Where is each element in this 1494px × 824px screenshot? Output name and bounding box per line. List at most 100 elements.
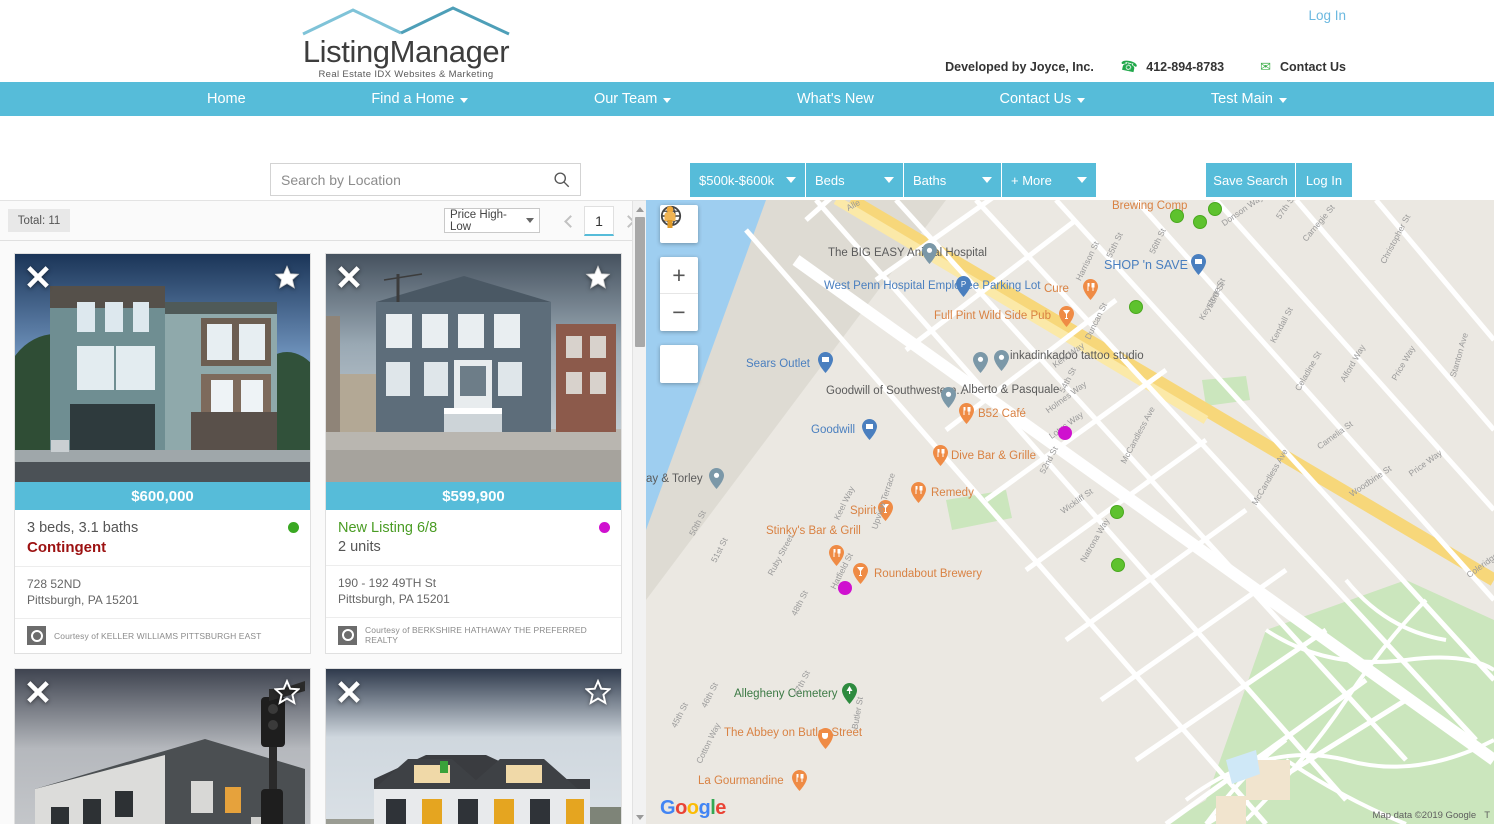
filter-button-group: $500k-$600k Beds Baths + More [690, 163, 1096, 197]
attribution-text: Map data ©2019 Google [1372, 810, 1477, 821]
nav-item-our-team[interactable]: Our Team [594, 91, 672, 107]
pegman-icon[interactable] [660, 206, 698, 383]
map-listing-marker[interactable] [1170, 209, 1184, 223]
map-pin-bar[interactable] [853, 563, 868, 584]
listing-photo[interactable] [326, 254, 621, 482]
listing-photo[interactable] [15, 254, 310, 482]
star-icon[interactable] [585, 264, 611, 290]
listing-photo[interactable] [15, 669, 310, 824]
close-icon[interactable] [25, 264, 51, 290]
zoom-in-button[interactable]: + [660, 257, 698, 294]
map-pin-store[interactable] [862, 419, 877, 440]
map-pin-restaurant[interactable] [911, 482, 926, 503]
triangle-up-icon [636, 206, 644, 212]
listing-card[interactable]: $600,000 3 beds, 3.1 baths Contingent 72… [14, 253, 311, 654]
nav-item-test-main[interactable]: Test Main [1211, 91, 1287, 107]
listing-new-badge: New Listing 6/8 [338, 520, 438, 536]
map-pin-restaurant[interactable] [792, 770, 807, 791]
save-search-button[interactable]: Save Search [1206, 163, 1296, 197]
prev-page-button[interactable] [556, 206, 584, 236]
map-pin-gray[interactable] [709, 468, 724, 489]
star-icon[interactable] [585, 679, 611, 705]
chevron-down-icon [982, 177, 992, 183]
triangle-down-icon [636, 814, 644, 820]
map-pin-bar[interactable] [1059, 306, 1074, 327]
close-icon[interactable] [336, 679, 362, 705]
developed-by-label: Developed by Joyce, Inc. [945, 59, 1094, 74]
header-login-link[interactable]: Log In [1308, 8, 1346, 23]
listing-card-grid: $600,000 3 beds, 3.1 baths Contingent 72… [0, 241, 646, 824]
listing-photo[interactable] [326, 669, 621, 824]
chevron-down-icon [1278, 97, 1287, 103]
filter-label: Beds [815, 172, 845, 188]
map-listing-marker[interactable] [1111, 558, 1125, 572]
listing-status: Contingent [27, 539, 107, 556]
map-pin-store[interactable] [818, 352, 833, 373]
map-listing-marker[interactable] [1208, 202, 1222, 216]
listing-card[interactable] [14, 668, 311, 824]
map-pin-gray[interactable] [941, 387, 956, 408]
map-pin-parking[interactable]: P [956, 276, 971, 297]
scroll-down-button[interactable] [635, 812, 645, 822]
map-listing-marker[interactable] [1110, 505, 1124, 519]
page-number-1[interactable]: 1 [584, 206, 614, 236]
street-view-button[interactable] [660, 206, 698, 383]
star-icon[interactable] [274, 264, 300, 290]
map-panel[interactable]: The BIG EASY Animal Hospital West Penn H… [646, 200, 1494, 824]
filter-label: Baths [913, 172, 947, 188]
chevron-down-icon [1077, 97, 1086, 103]
phone-number[interactable]: 412-894-8783 [1146, 60, 1224, 74]
contact-us-link[interactable]: Contact Us [1280, 60, 1346, 74]
listing-card[interactable] [325, 668, 622, 824]
results-scrollbar[interactable] [632, 201, 646, 824]
sort-label: Price High-Low [450, 208, 507, 233]
map-pin-gray[interactable] [994, 350, 1009, 371]
scroll-up-button[interactable] [635, 204, 645, 214]
listing-price: $600,000 [15, 482, 310, 510]
chevron-left-icon [563, 214, 577, 228]
listing-card[interactable]: $599,900 New Listing 6/8 2 units 190 - 1… [325, 253, 622, 654]
address-line-1: 190 - 192 49TH St [338, 576, 437, 590]
map-pin-gray[interactable] [922, 243, 937, 264]
scrollbar-thumb[interactable] [635, 217, 645, 347]
filter-price-range[interactable]: $500k-$600k [690, 163, 806, 197]
status-dot [599, 522, 610, 533]
nav-item-home[interactable]: Home [207, 91, 246, 107]
map-pin-restaurant[interactable] [933, 445, 948, 466]
total-count-badge: Total: 11 [8, 209, 70, 232]
nav-item-whats-new[interactable]: What's New [797, 91, 874, 107]
map-pin-restaurant[interactable] [1083, 279, 1098, 300]
listing-summary-section: New Listing 6/8 2 units [326, 510, 621, 566]
close-icon[interactable] [25, 679, 51, 705]
site-logo[interactable]: ListingManager Real Estate IDX Websites … [298, 6, 514, 80]
map-listing-marker-selected[interactable] [1058, 426, 1072, 440]
logo-roof-icon [301, 6, 511, 36]
close-icon[interactable] [336, 264, 362, 290]
sort-dropdown[interactable]: Price High-Low [444, 208, 540, 233]
star-icon[interactable] [274, 679, 300, 705]
map-listing-marker[interactable] [1193, 215, 1207, 229]
filter-more[interactable]: + More [1002, 163, 1096, 197]
results-panel: Total: 11 Price High-Low 1 $600,000 3 be… [0, 200, 646, 824]
nav-label: Test Main [1210, 91, 1273, 107]
courtesy-text: Courtesy of BERKSHIRE HATHAWAY THE PREFE… [365, 625, 587, 645]
logo-text-part1: Listing [302, 34, 390, 69]
terms-link[interactable]: T [1484, 810, 1490, 821]
map-listing-marker-selected[interactable] [838, 581, 852, 595]
search-box[interactable] [270, 163, 581, 196]
search-icon[interactable] [553, 171, 570, 188]
nav-item-find-a-home[interactable]: Find a Home [371, 91, 469, 107]
map-pin-gray[interactable] [973, 352, 988, 373]
search-input[interactable] [281, 171, 553, 188]
login-button[interactable]: Log In [1296, 163, 1352, 197]
map-listing-marker[interactable] [1129, 300, 1143, 314]
filter-baths[interactable]: Baths [904, 163, 1002, 197]
nav-item-contact-us[interactable]: Contact Us [1000, 91, 1086, 107]
map-pin-restaurant[interactable] [959, 403, 974, 424]
mls-logo-icon [338, 625, 357, 645]
zoom-out-button[interactable]: − [660, 294, 698, 331]
map-pin-store[interactable] [1191, 254, 1206, 275]
filter-beds[interactable]: Beds [806, 163, 904, 197]
map-pin-cafe[interactable] [818, 728, 833, 749]
address-line-1: 728 52ND [27, 577, 82, 591]
